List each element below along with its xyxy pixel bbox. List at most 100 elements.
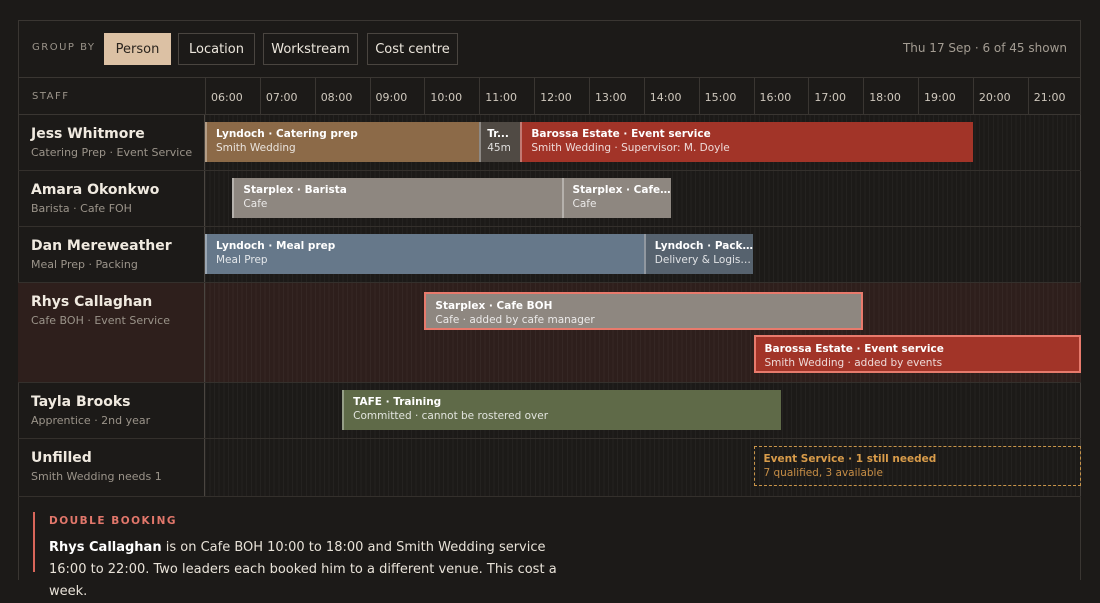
hour-label: 16:00 [759, 91, 792, 104]
shift-block[interactable]: Lyndoch · Packin... Delivery & Logist... [643, 234, 754, 274]
shift-block[interactable]: Lyndoch · Meal prep Meal Prep [205, 234, 644, 274]
shift-block[interactable]: Starplex · Barista Cafe [232, 178, 562, 218]
shift-detail: Smith Wedding [216, 142, 296, 154]
staff-name: Tayla Brooks [31, 394, 131, 410]
shift-title: Barossa Estate · Event service [531, 128, 711, 140]
alert-body: Rhys Callaghan is on Cafe BOH 10:00 to 1… [49, 537, 569, 603]
shift-block[interactable]: Barossa Estate · Event service Smith Wedd… [753, 335, 1081, 373]
shift-title: Lyndoch · Meal prep [216, 240, 336, 252]
staff-roles: Apprentice · 2nd year [31, 414, 151, 427]
shift-title: Starplex · Cafe BOH [435, 300, 553, 312]
hour-label: 21:00 [1033, 91, 1066, 104]
shift-detail: Committed · cannot be rostered over [353, 410, 549, 422]
hour-gridline [643, 78, 645, 115]
staff-row: Amara Okonkwo Barista · Cafe FOH Starplex … [18, 171, 1081, 227]
hour-gridline [314, 78, 316, 115]
staff-cell[interactable]: Jess Whitmore Catering Prep · Event Servi… [18, 115, 205, 170]
hour-gridline [753, 78, 755, 115]
hour-gridline [698, 78, 700, 115]
staff-roles: Cafe BOH · Event Service [31, 314, 170, 327]
staff-cell[interactable]: Tayla Brooks Apprentice · 2nd year [18, 383, 205, 438]
hour-gridline [918, 78, 920, 115]
staff-cell[interactable]: Rhys Callaghan Cafe BOH · Event Service [18, 283, 205, 382]
hour-label: 07:00 [265, 91, 298, 104]
staff-cell[interactable]: Dan Mereweather Meal Prep · Packing [18, 227, 205, 282]
shift-detail: 45m [487, 142, 511, 154]
staff-roles: Meal Prep · Packing [31, 258, 138, 271]
hour-gridline [479, 78, 481, 115]
staff-row: Jess Whitmore Catering Prep · Event Servi… [18, 115, 1081, 171]
group-by-label: GROUP BY [32, 42, 96, 53]
staff-cell[interactable]: Amara Okonkwo Barista · Cafe FOH [18, 171, 205, 226]
staff-name: Rhys Callaghan [31, 294, 153, 310]
hour-gridline [1027, 78, 1029, 115]
shift-title: TAFE · Training [353, 396, 442, 408]
shift-block[interactable]: Starplex · Cafe F... Cafe [561, 178, 672, 218]
hour-label: 17:00 [814, 91, 847, 104]
double-booking-alert: DOUBLE BOOKING Rhys Callaghan is on Cafe… [33, 512, 633, 599]
alert-title: DOUBLE BOOKING [49, 515, 177, 527]
timeline-header: STAFF 06:00 07:00 08:00 09:00 10:00 11:00 12:0… [18, 78, 1081, 115]
hour-label: 11:00 [485, 91, 517, 104]
hour-label: 06:00 [211, 91, 243, 104]
staff-row: Rhys Callaghan Cafe BOH · Event Service St… [18, 283, 1081, 383]
hour-gridline [972, 78, 974, 115]
shift-detail: Cafe [572, 198, 597, 210]
shift-title: Event Service · 1 still needed [763, 453, 937, 465]
staff-roles: Catering Prep · Event Service [31, 146, 193, 159]
staff-row: Dan Mereweather Meal Prep · Packing Lyndoc… [18, 227, 1081, 283]
shift-detail: Cafe · added by cafe manager [435, 314, 595, 326]
hour-gridline [863, 78, 865, 115]
shift-detail: Delivery & Logist... [654, 254, 754, 266]
shift-detail: Meal Prep [216, 254, 268, 266]
hour-label: 09:00 [375, 91, 408, 104]
hour-gridline [534, 78, 536, 115]
shift-title: Starplex · Barista [243, 184, 347, 196]
hour-label: 14:00 [649, 91, 682, 104]
hour-gridline [369, 78, 371, 115]
hour-gridline [588, 78, 590, 115]
staff-name: Amara Okonkwo [31, 182, 160, 198]
hour-label: 08:00 [320, 91, 353, 104]
hour-gridline [808, 78, 810, 115]
shift-title: Lyndoch · Catering prep [216, 128, 358, 140]
toolbar: GROUP BY Person Location Workstream Cost ce… [18, 20, 1081, 78]
staff-name: Dan Mereweather [31, 238, 172, 254]
shift-detail: Cafe [243, 198, 268, 210]
shift-detail: 7 qualified, 3 available [763, 467, 883, 479]
staff-name: Unfilled [31, 450, 92, 466]
group-by-person-button[interactable]: Person [104, 33, 171, 65]
hour-gridline [259, 78, 261, 115]
break-block[interactable]: Tr... 45m [479, 122, 521, 162]
staff-roles: Smith Wedding needs 1 [31, 470, 162, 483]
staff-row: Tayla Brooks Apprentice · 2nd year TAFE · … [18, 383, 1081, 439]
hour-label: 19:00 [924, 91, 956, 104]
hour-label: 20:00 [978, 91, 1011, 104]
hour-gridline [205, 78, 206, 115]
shift-detail: Smith Wedding · Supervisor: M. Doyle [531, 142, 730, 154]
staff-column-header: STAFF [32, 91, 70, 102]
hour-label: 15:00 [704, 91, 737, 104]
shift-title: Starplex · Cafe F... [572, 184, 672, 196]
staff-cell[interactable]: Unfilled Smith Wedding needs 1 [18, 439, 205, 496]
shift-title: Barossa Estate · Event service [764, 343, 944, 355]
hour-gridline [424, 78, 426, 115]
alert-person[interactable]: Rhys Callaghan [49, 540, 162, 555]
staff-name: Jess Whitmore [31, 126, 145, 142]
group-by-location-button[interactable]: Location [178, 33, 255, 65]
unfilled-shift[interactable]: Event Service · 1 still needed 7 qualifie… [753, 446, 1081, 486]
shift-detail: Smith Wedding · added by events [764, 357, 943, 369]
shift-title: Lyndoch · Packin... [654, 240, 754, 252]
hour-label: 13:00 [594, 91, 627, 104]
shift-block[interactable]: TAFE · Training Committed · cannot be ros… [342, 390, 781, 430]
group-by-cost-centre-button[interactable]: Cost centre [367, 33, 458, 65]
shift-block[interactable]: Starplex · Cafe BOH Cafe · added by cafe … [424, 292, 864, 330]
hour-label: 18:00 [869, 91, 901, 104]
shift-block[interactable]: Lyndoch · Catering prep Smith Wedding [205, 122, 480, 162]
shift-block[interactable]: Barossa Estate · Event service Smith Wedd… [520, 122, 973, 162]
shift-title: Tr... [487, 128, 509, 140]
group-by-workstream-button[interactable]: Workstream [263, 33, 358, 65]
hour-label: 12:00 [540, 91, 572, 104]
staff-roles: Barista · Cafe FOH [31, 202, 132, 215]
hour-label: 10:00 [430, 91, 463, 104]
